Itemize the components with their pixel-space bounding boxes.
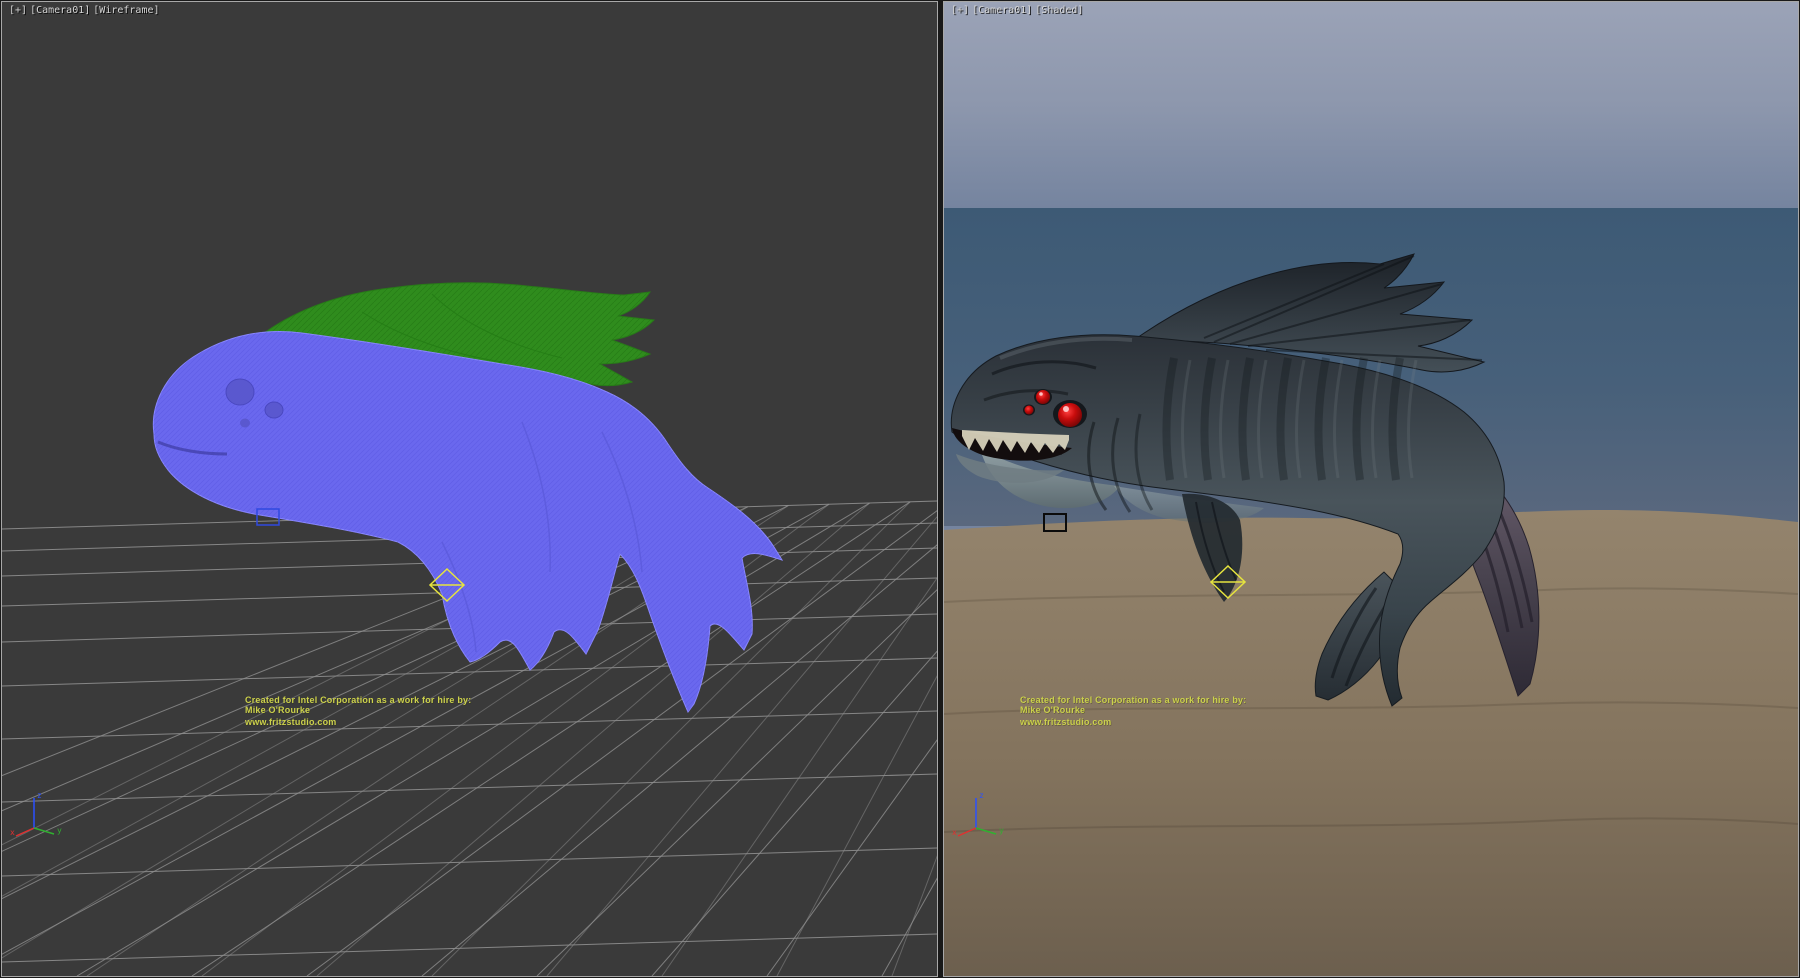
viewport-menu-pov[interactable]: [Camera01]	[30, 5, 90, 16]
fish-eye-medium	[1036, 390, 1050, 404]
credit-line-2: Mike O'Rourke	[245, 706, 471, 716]
viewport-label-right: [+][Camera01][Shaded]	[951, 5, 1086, 16]
axis-x-label: x	[952, 828, 957, 837]
world-axis-tripod: z x y	[10, 788, 66, 840]
left-viewport-canvas	[2, 2, 937, 976]
viewport-menu-pov[interactable]: [Camera01]	[972, 5, 1032, 16]
world-axis-tripod: z x y	[952, 788, 1008, 840]
viewport-menu-general-icon[interactable]: [+]	[9, 5, 27, 16]
viewport-left-wireframe[interactable]: [+][Camera01][Wireframe] Created for Int…	[2, 2, 937, 976]
credit-line-2: Mike O'Rourke	[1020, 706, 1246, 716]
viewport-menu-shading[interactable]: [Wireframe]	[93, 5, 159, 16]
fish-eye-spot-large	[226, 379, 254, 405]
credit-line-3: www.fritzstudio.com	[245, 718, 471, 728]
fish-eye-large	[1058, 403, 1082, 427]
credit-line-3: www.fritzstudio.com	[1020, 718, 1246, 728]
credit-text: Created for Intel Corporation as a work …	[245, 696, 471, 728]
right-viewport-canvas	[944, 2, 1798, 976]
viewport-label-left: [+][Camera01][Wireframe]	[9, 5, 163, 16]
axis-x-label: x	[10, 828, 15, 837]
viewport-menu-general-icon[interactable]: [+]	[951, 5, 969, 16]
fish-eye-small	[1025, 406, 1034, 415]
viewport-menu-shading[interactable]: [Shaded]	[1035, 5, 1083, 16]
axis-y-label: y	[57, 826, 62, 835]
axis-y-label: y	[999, 826, 1004, 835]
fish-eye-spot-small	[265, 402, 283, 418]
dual-viewport-stage: [+][Camera01][Wireframe] Created for Int…	[0, 0, 1800, 978]
fish-model-wireframe[interactable]	[153, 283, 782, 712]
axis-z-label: z	[979, 791, 984, 800]
ground-plane-shaded[interactable]	[944, 510, 1798, 976]
sky-background	[944, 2, 1798, 208]
viewport-right-shaded[interactable]: [+][Camera01][Shaded] Created for Intel …	[944, 2, 1798, 976]
axis-z-label: z	[37, 791, 42, 800]
fish-nostril-spot	[240, 419, 250, 428]
credit-text: Created for Intel Corporation as a work …	[1020, 696, 1246, 728]
